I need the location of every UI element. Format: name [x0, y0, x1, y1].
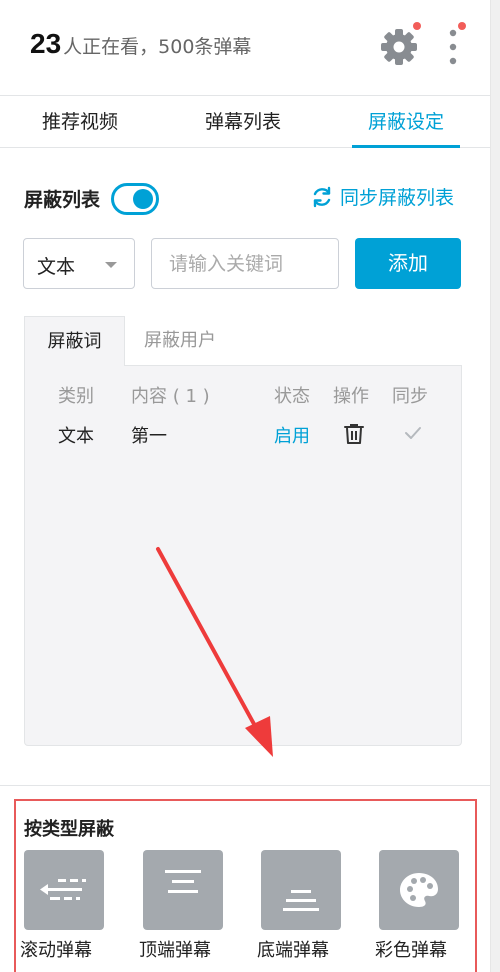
col-header-status: 状态 — [274, 386, 310, 407]
annotation-arrow — [156, 547, 273, 757]
sync-check-icon — [403, 423, 423, 443]
chevron-down-icon — [105, 262, 117, 268]
header: 23 人正在看，500条弹幕 — [0, 0, 490, 96]
row-category: 文本 — [58, 426, 94, 447]
col-header-action: 操作 — [333, 386, 369, 407]
scrollbar[interactable] — [490, 0, 500, 972]
type-item-color[interactable]: 彩色弹幕 — [375, 850, 459, 961]
settings-notification-dot — [413, 22, 421, 30]
block-list-toggle[interactable] — [111, 183, 159, 215]
palette-icon — [379, 850, 459, 930]
row-status-toggle[interactable]: 启用 — [274, 422, 310, 448]
viewer-status: 23 人正在看，500条弹幕 — [30, 28, 251, 60]
viewer-count: 23 — [30, 28, 62, 59]
toggle-knob — [133, 189, 153, 209]
viewer-text: 人正在看，500条弹幕 — [63, 36, 252, 58]
type-item-label: 顶端弹幕 — [139, 940, 211, 961]
refresh-icon — [313, 186, 331, 207]
col-header-content: 内容 ( 1 ) — [131, 386, 210, 407]
scroll-danmaku-icon — [24, 850, 104, 930]
sync-block-list-button[interactable]: 同步屏蔽列表 — [310, 183, 454, 210]
col-header-sync: 同步 — [392, 386, 428, 407]
add-button[interactable]: 添加 — [355, 238, 461, 289]
type-block-title: 按类型屏蔽 — [24, 819, 114, 840]
col-header-category: 类别 — [58, 386, 94, 407]
row-content: 第一 — [131, 426, 167, 447]
type-item-label: 底端弹幕 — [257, 940, 329, 961]
trash-icon[interactable] — [342, 422, 366, 446]
more-notification-dot — [458, 22, 466, 30]
tab-bar: 推荐视频 弹幕列表 屏蔽设定 — [0, 96, 490, 148]
block-list-label: 屏蔽列表 — [24, 189, 101, 211]
subtab-block-users[interactable]: 屏蔽用户 — [125, 316, 235, 366]
bottom-danmaku-icon — [261, 850, 341, 930]
keyword-input[interactable] — [151, 238, 339, 289]
tab-danmaku-list[interactable]: 弹幕列表 — [183, 96, 303, 148]
danmaku-settings-panel: 23 人正在看，500条弹幕 推荐视频 弹幕列表 屏蔽设定 屏蔽列表 同步屏蔽列… — [0, 0, 500, 972]
section-divider — [0, 785, 490, 786]
tab-block-settings[interactable]: 屏蔽设定 — [352, 96, 460, 148]
type-item-top[interactable]: 顶端弹幕 — [139, 850, 223, 961]
gear-icon[interactable] — [380, 28, 418, 66]
top-danmaku-icon — [143, 850, 223, 930]
type-item-label: 彩色弹幕 — [375, 940, 447, 961]
selected-type: 文本 — [37, 256, 76, 278]
subtab-block-words[interactable]: 屏蔽词 — [24, 316, 125, 366]
more-menu-icon[interactable] — [442, 26, 468, 68]
type-item-bottom[interactable]: 底端弹幕 — [257, 850, 341, 961]
block-type-select[interactable]: 文本 — [23, 238, 135, 289]
sync-label: 同步屏蔽列表 — [340, 187, 455, 209]
tab-recommended-videos[interactable]: 推荐视频 — [20, 96, 140, 148]
type-item-scroll[interactable]: 滚动弹幕 — [20, 850, 104, 961]
type-item-label: 滚动弹幕 — [20, 940, 92, 961]
